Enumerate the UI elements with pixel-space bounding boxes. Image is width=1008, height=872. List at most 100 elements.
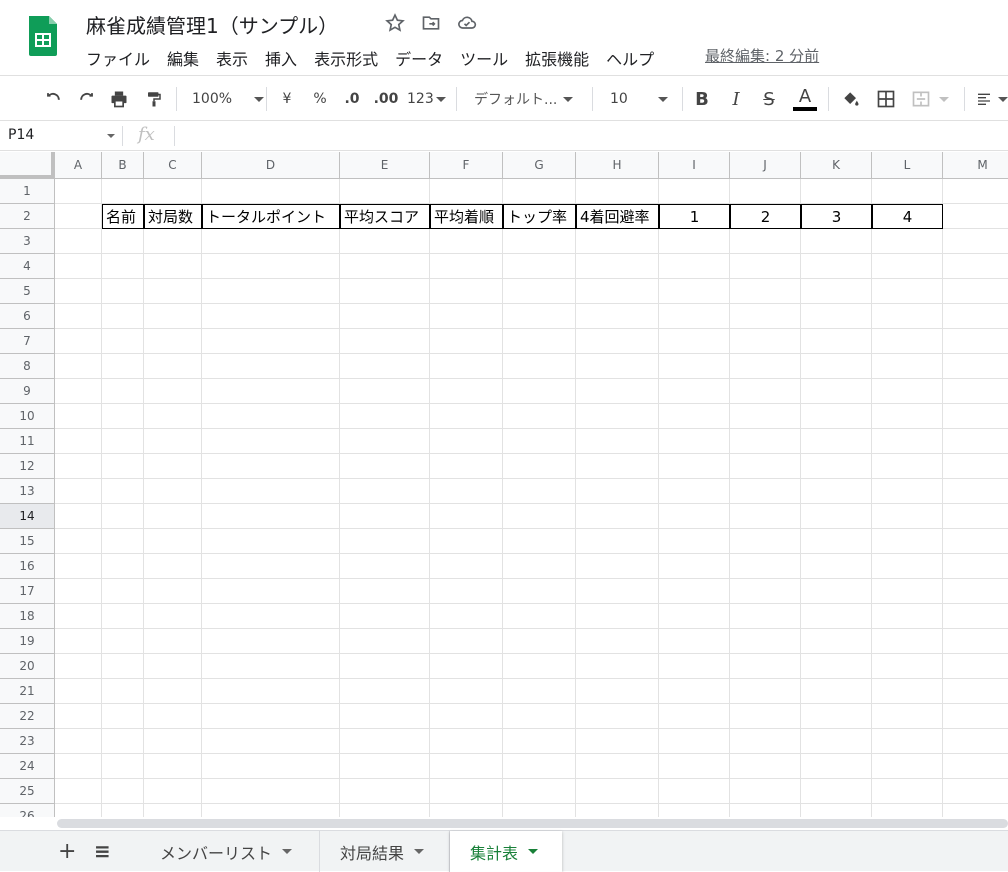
cell-l12[interactable] [872, 454, 943, 479]
cell-h12[interactable] [576, 454, 659, 479]
fill-color-icon[interactable] [840, 87, 862, 111]
cell-d3[interactable] [202, 229, 340, 254]
cell-h3[interactable] [576, 229, 659, 254]
cell-i26[interactable] [659, 804, 730, 817]
cell-j25[interactable] [730, 779, 801, 804]
cell-c5[interactable] [144, 279, 202, 304]
cell-c17[interactable] [144, 579, 202, 604]
cell-a22[interactable] [55, 704, 102, 729]
cell-e13[interactable] [340, 479, 430, 504]
cell-a19[interactable] [55, 629, 102, 654]
cell-c22[interactable] [144, 704, 202, 729]
cell-a15[interactable] [55, 529, 102, 554]
cell-c6[interactable] [144, 304, 202, 329]
cell-l25[interactable] [872, 779, 943, 804]
cell-d21[interactable] [202, 679, 340, 704]
cell-f14[interactable] [430, 504, 503, 529]
column-header-i[interactable]: I [659, 152, 730, 179]
cell-f16[interactable] [430, 554, 503, 579]
cell-e9[interactable] [340, 379, 430, 404]
cell-g23[interactable] [503, 729, 576, 754]
cell-e6[interactable] [340, 304, 430, 329]
cell-b3[interactable] [102, 229, 144, 254]
cell-d16[interactable] [202, 554, 340, 579]
cell-d2[interactable]: トータルポイント [202, 204, 340, 229]
cell-f11[interactable] [430, 429, 503, 454]
cell-m25[interactable] [943, 779, 1008, 804]
cell-b1[interactable] [102, 179, 144, 204]
cell-k16[interactable] [801, 554, 872, 579]
cell-e8[interactable] [340, 354, 430, 379]
cell-j23[interactable] [730, 729, 801, 754]
row-header-24[interactable]: 24 [0, 754, 55, 779]
cell-l10[interactable] [872, 404, 943, 429]
cell-g26[interactable] [503, 804, 576, 817]
cell-d19[interactable] [202, 629, 340, 654]
cell-b26[interactable] [102, 804, 144, 817]
cell-l18[interactable] [872, 604, 943, 629]
star-icon[interactable] [384, 12, 406, 34]
cell-d22[interactable] [202, 704, 340, 729]
cell-e14[interactable] [340, 504, 430, 529]
cell-a23[interactable] [55, 729, 102, 754]
cell-i3[interactable] [659, 229, 730, 254]
align-left-icon[interactable] [976, 87, 1008, 111]
cell-l8[interactable] [872, 354, 943, 379]
cell-h7[interactable] [576, 329, 659, 354]
cell-m12[interactable] [943, 454, 1008, 479]
column-header-k[interactable]: K [801, 152, 872, 179]
cell-g20[interactable] [503, 654, 576, 679]
cell-g9[interactable] [503, 379, 576, 404]
cell-f6[interactable] [430, 304, 503, 329]
cell-h24[interactable] [576, 754, 659, 779]
cell-e15[interactable] [340, 529, 430, 554]
cell-d20[interactable] [202, 654, 340, 679]
increase-decimal-button[interactable]: .00 [372, 87, 400, 111]
cell-b12[interactable] [102, 454, 144, 479]
cell-m22[interactable] [943, 704, 1008, 729]
cell-b11[interactable] [102, 429, 144, 454]
cell-m2[interactable] [943, 204, 1008, 229]
cell-i5[interactable] [659, 279, 730, 304]
cell-k7[interactable] [801, 329, 872, 354]
cell-b21[interactable] [102, 679, 144, 704]
cell-k12[interactable] [801, 454, 872, 479]
cell-a12[interactable] [55, 454, 102, 479]
cell-g16[interactable] [503, 554, 576, 579]
cell-f7[interactable] [430, 329, 503, 354]
cell-h13[interactable] [576, 479, 659, 504]
cell-k17[interactable] [801, 579, 872, 604]
cell-f17[interactable] [430, 579, 503, 604]
select-all-corner[interactable] [0, 152, 55, 179]
cell-k8[interactable] [801, 354, 872, 379]
cell-a13[interactable] [55, 479, 102, 504]
cell-c7[interactable] [144, 329, 202, 354]
cell-f18[interactable] [430, 604, 503, 629]
cell-e24[interactable] [340, 754, 430, 779]
cell-m24[interactable] [943, 754, 1008, 779]
cell-k18[interactable] [801, 604, 872, 629]
cell-l3[interactable] [872, 229, 943, 254]
cell-c20[interactable] [144, 654, 202, 679]
cell-b25[interactable] [102, 779, 144, 804]
cell-j21[interactable] [730, 679, 801, 704]
cell-g15[interactable] [503, 529, 576, 554]
cell-c21[interactable] [144, 679, 202, 704]
cell-h9[interactable] [576, 379, 659, 404]
cell-c24[interactable] [144, 754, 202, 779]
cell-b15[interactable] [102, 529, 144, 554]
cell-k20[interactable] [801, 654, 872, 679]
cell-b4[interactable] [102, 254, 144, 279]
cell-b8[interactable] [102, 354, 144, 379]
cell-k24[interactable] [801, 754, 872, 779]
cell-k1[interactable] [801, 179, 872, 204]
cell-m20[interactable] [943, 654, 1008, 679]
cell-g3[interactable] [503, 229, 576, 254]
cell-d18[interactable] [202, 604, 340, 629]
cell-b22[interactable] [102, 704, 144, 729]
column-header-e[interactable]: E [340, 152, 430, 179]
cell-g13[interactable] [503, 479, 576, 504]
cell-k22[interactable] [801, 704, 872, 729]
row-header-15[interactable]: 15 [0, 529, 55, 554]
cell-d14[interactable] [202, 504, 340, 529]
